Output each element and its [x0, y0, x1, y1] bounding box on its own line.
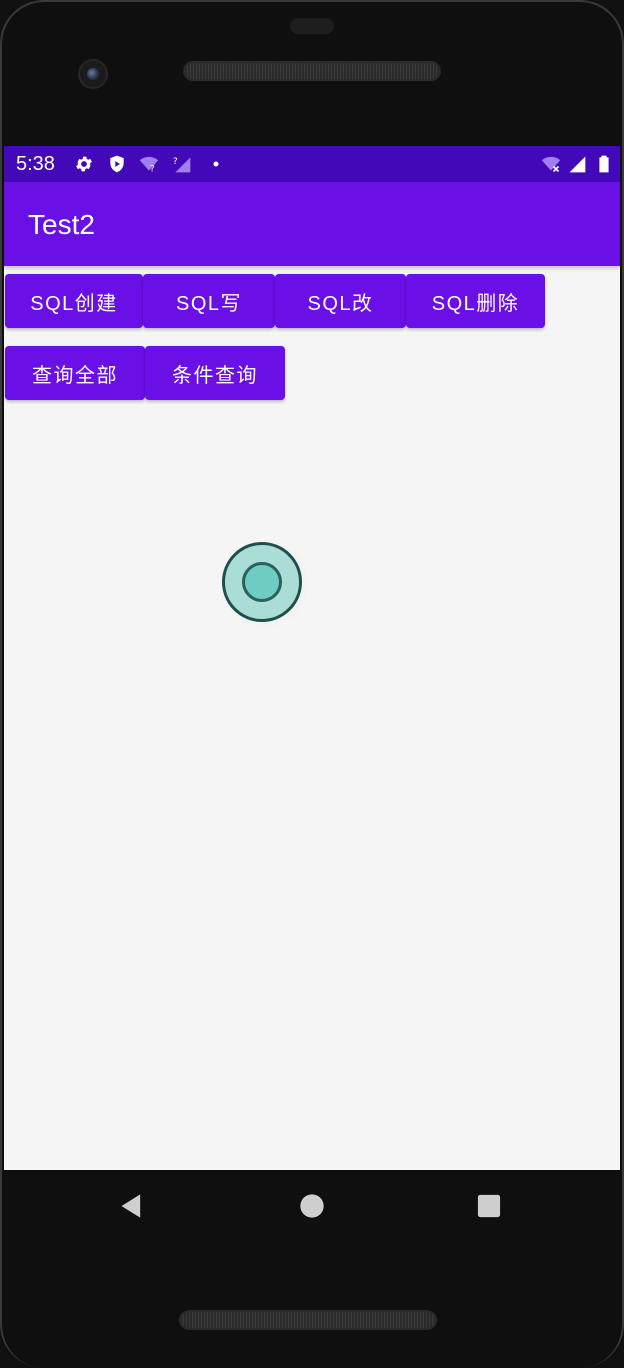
screen: 5:38 ? ? Test2 SQL创建 SQL写 SQL改 SQL删除 查询全… — [4, 146, 620, 1170]
home-icon[interactable] — [298, 1192, 326, 1220]
sql-create-button[interactable]: SQL创建 — [5, 274, 143, 328]
notification-dot-icon — [213, 161, 219, 167]
sql-delete-button[interactable]: SQL删除 — [406, 274, 545, 328]
app-title: Test2 — [28, 209, 95, 240]
bottom-speaker-grille — [181, 1312, 435, 1328]
top-speaker-grille — [185, 63, 439, 79]
signal-unknown-icon: ? — [173, 156, 191, 173]
svg-text:?: ? — [150, 164, 155, 175]
proximity-sensor — [290, 18, 334, 34]
touch-point-inner — [242, 562, 282, 602]
battery-icon — [599, 155, 609, 173]
back-icon[interactable] — [118, 1192, 146, 1220]
shield-play-icon — [110, 155, 124, 173]
cell-signal-icon — [569, 156, 586, 173]
phone-device: 5:38 ? ? Test2 SQL创建 SQL写 SQL改 SQL删除 查询全… — [0, 0, 624, 1368]
status-bar: 5:38 ? ? — [4, 146, 620, 182]
app-bar: Test2 — [4, 182, 620, 266]
conditional-query-button[interactable]: 条件查询 — [145, 346, 285, 400]
recents-icon[interactable] — [475, 1192, 503, 1220]
sql-write-button[interactable]: SQL写 — [143, 274, 275, 328]
wifi-no-internet-icon — [541, 156, 561, 173]
status-time: 5:38 — [16, 153, 55, 175]
query-all-button[interactable]: 查询全部 — [5, 346, 145, 400]
wifi-unknown-icon: ? — [139, 156, 159, 175]
navigation-bar — [0, 1170, 624, 1242]
gear-icon — [76, 156, 92, 172]
svg-text:?: ? — [173, 156, 178, 167]
sql-update-button[interactable]: SQL改 — [275, 274, 406, 328]
front-camera — [78, 59, 108, 89]
